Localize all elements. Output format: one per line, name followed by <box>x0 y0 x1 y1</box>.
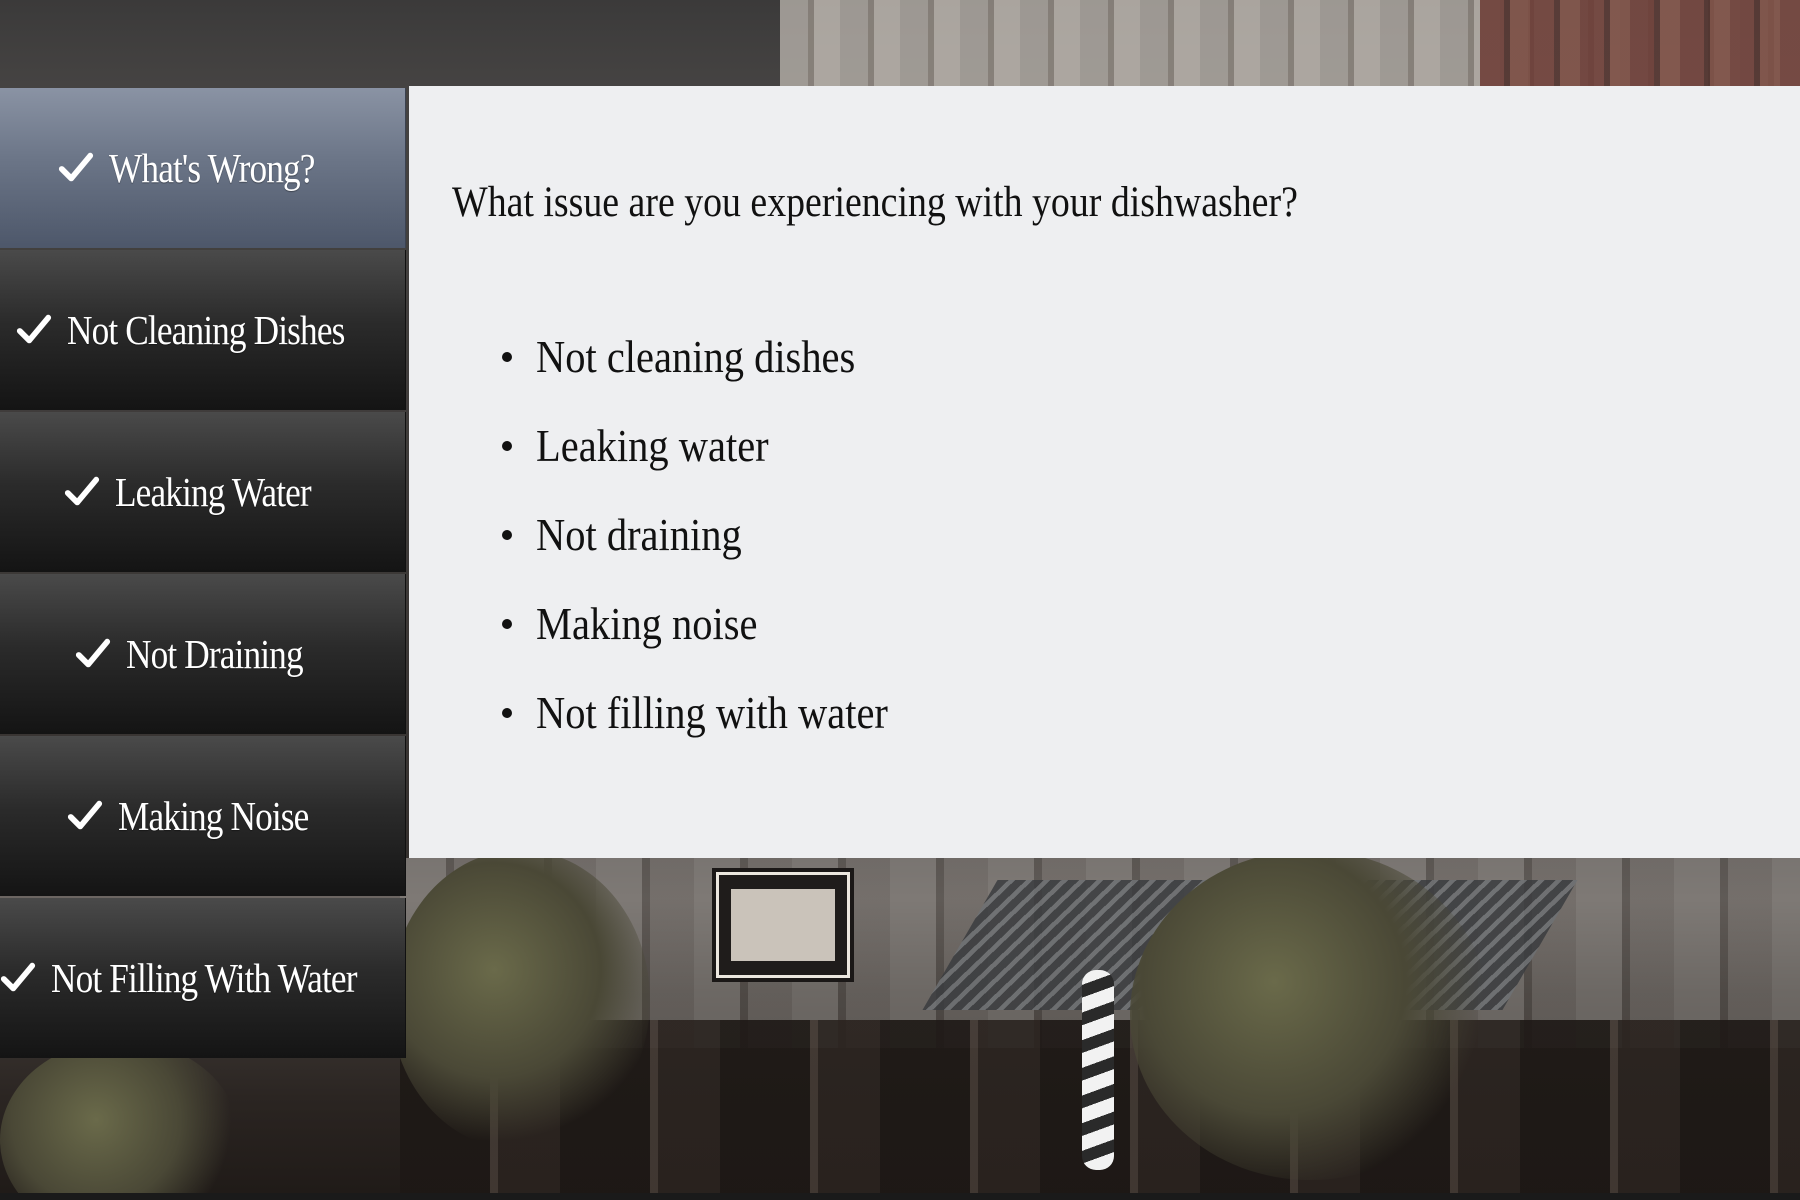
background-striped-pole <box>1082 970 1114 1170</box>
checkmark-icon <box>63 473 101 511</box>
sidebar-item-leaking-water[interactable]: Leaking Water <box>0 412 406 572</box>
issue-option-label: Not filling with water <box>536 687 888 738</box>
checkmark-icon <box>15 311 53 349</box>
bullet-icon <box>502 351 512 362</box>
issue-options-list: Not cleaning dishes Leaking water Not dr… <box>452 312 936 757</box>
question-heading: What issue are you experiencing with you… <box>452 179 1298 226</box>
issue-option-leaking-water[interactable]: Leaking water <box>452 401 936 490</box>
sidebar-item-not-filling-with-water[interactable]: Not Filling With Water <box>0 898 406 1058</box>
sidebar-item-label: Not Filling With Water <box>50 955 357 1001</box>
checkmark-icon <box>66 797 104 835</box>
sidebar-nav: What's Wrong? Not Cleaning Dishes Leakin… <box>0 88 406 1060</box>
issue-option-label: Making noise <box>536 598 758 649</box>
checkmark-icon <box>57 149 95 187</box>
issue-option-label: Leaking water <box>536 420 769 471</box>
bullet-icon <box>502 618 512 629</box>
issue-option-not-draining[interactable]: Not draining <box>452 490 936 579</box>
issue-option-not-filling-with-water[interactable]: Not filling with water <box>452 668 936 757</box>
issue-option-label: Not cleaning dishes <box>536 331 856 382</box>
bullet-icon <box>502 440 512 451</box>
background-tree <box>390 850 650 1150</box>
content-panel: What issue are you experiencing with you… <box>409 86 1800 858</box>
sidebar-item-not-draining[interactable]: Not Draining <box>0 574 406 734</box>
background-building-top-right <box>1480 0 1800 90</box>
sidebar-item-label: Making Noise <box>117 793 309 839</box>
sidebar-item-making-noise[interactable]: Making Noise <box>0 736 406 896</box>
sidebar-item-label: Leaking Water <box>114 469 312 515</box>
issue-option-not-cleaning-dishes[interactable]: Not cleaning dishes <box>452 312 936 401</box>
bullet-icon <box>502 529 512 540</box>
issue-option-making-noise[interactable]: Making noise <box>452 579 936 668</box>
bullet-icon <box>502 707 512 718</box>
checkmark-icon <box>74 635 112 673</box>
sidebar-item-whats-wrong[interactable]: What's Wrong? <box>0 88 406 248</box>
sidebar-item-label: Not Draining <box>125 631 304 677</box>
sidebar-item-label: Not Cleaning Dishes <box>67 307 345 353</box>
issue-option-label: Not draining <box>536 509 742 560</box>
background-shop-sign <box>716 872 850 978</box>
sidebar-item-not-cleaning-dishes[interactable]: Not Cleaning Dishes <box>0 250 406 410</box>
background-tree <box>1130 850 1490 1180</box>
bottom-edge-bar <box>0 1193 1800 1200</box>
checkmark-icon <box>0 959 37 997</box>
sidebar-item-label: What's Wrong? <box>108 145 315 191</box>
